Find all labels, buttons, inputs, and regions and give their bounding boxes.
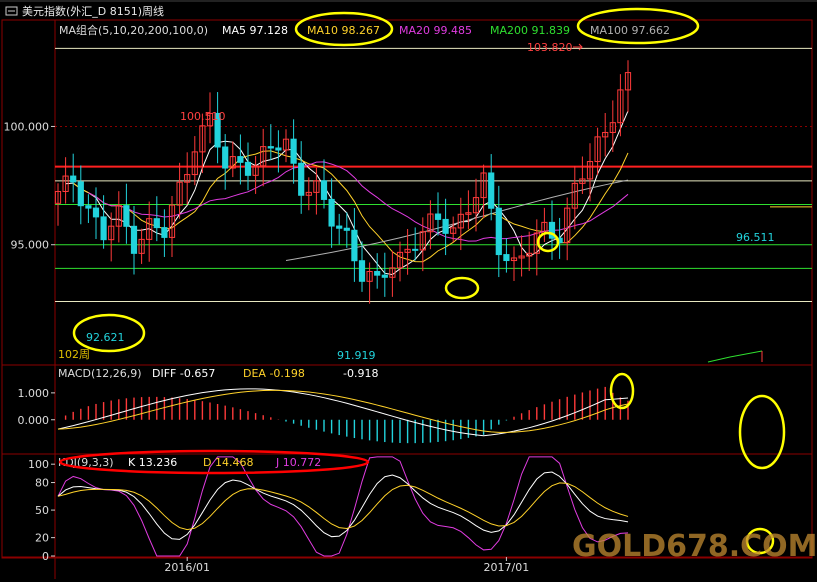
- candle-body-50: [434, 213, 442, 220]
- chart-window: 100.000 95.000 1.000 0.000 100 80 50 20 0 2016/0…: [0, 0, 817, 579]
- highlight-support-2: [536, 231, 560, 253]
- kdj-k-line: [57, 471, 629, 540]
- candle-body-14: [161, 227, 168, 238]
- candle-body-25: [244, 161, 252, 176]
- candle-body-38: [343, 227, 350, 231]
- candle-body-57: [488, 172, 495, 209]
- macd-tick-label-1: 0.000: [18, 414, 50, 427]
- ma200-label: MA200 91.839: [490, 24, 570, 37]
- low-left-label: 92.621: [86, 331, 125, 344]
- candle-body-47: [412, 248, 419, 251]
- kdj-k: K 13.236: [128, 456, 177, 469]
- watermark: GOLD678.COM: [572, 529, 817, 564]
- chart-title: 美元指数(外汇_D 8151)周线: [22, 4, 164, 18]
- kdj-tick-label-3: 20: [35, 532, 49, 545]
- candle-body-31: [290, 138, 297, 164]
- ma-group-label: MA组合(5,10,20,200,100,0): [59, 23, 208, 37]
- candle-body-9: [123, 205, 130, 227]
- candle-body-28: [267, 146, 274, 149]
- candle-body-13: [153, 218, 160, 229]
- candle-body-32: [298, 162, 305, 196]
- volume-trace: [707, 350, 763, 363]
- y-axis: 100.000 95.000 1.000 0.000 100 80 50 20 0: [4, 120, 55, 563]
- macd-legend: MACD(12,26,9) DIFF -0.657 DEA -0.198 -0.…: [58, 367, 378, 380]
- candles: [54, 60, 632, 304]
- kdj-tick-label-1: 80: [35, 477, 49, 490]
- outer-frame: [1, 19, 813, 559]
- x-tick-label-0: 2016/01: [164, 561, 210, 574]
- candle-body-40: [358, 260, 366, 282]
- macd-diff: DIFF -0.657: [152, 367, 215, 380]
- price-levels: [55, 47, 812, 302]
- macd-value: -0.918: [343, 367, 378, 380]
- macd-panel: [57, 386, 629, 444]
- highlight-support-1: [444, 276, 480, 300]
- candle-body-24: [237, 156, 244, 163]
- candle-body-29: [275, 147, 282, 151]
- highlight-ellipses: [58, 7, 786, 555]
- kdj-d: D 14.468: [203, 456, 253, 469]
- high-2016-label: 100.510: [180, 110, 226, 123]
- highlight-macd-peak: [609, 372, 635, 410]
- ma5-label: MA5 97.128: [222, 24, 288, 37]
- kdj-tick-label-4: 0: [42, 550, 49, 563]
- macd-dea-line: [57, 389, 629, 433]
- price-tick-label-1: 95.000: [11, 239, 50, 252]
- x-axis: 2016/01 2017/01: [164, 557, 529, 574]
- panel-frames: [0, 0, 817, 579]
- candle-body-39: [351, 229, 358, 262]
- highlight-macd-end: [738, 394, 786, 470]
- candle-body-22: [222, 146, 229, 169]
- ma20-label: MA20 99.485: [399, 24, 472, 37]
- candle-body-6: [100, 216, 107, 241]
- candle-body-4: [85, 205, 92, 209]
- kdj-tick-label-0: 100: [28, 458, 49, 471]
- macd-name: MACD(12,26,9): [58, 367, 142, 380]
- title-bar: 美元指数(外汇_D 8151)周线: [5, 4, 164, 18]
- candle-body-5: [92, 207, 100, 218]
- bottom-volume: [707, 350, 763, 363]
- macd-tick-label-0: 1.000: [18, 387, 50, 400]
- macd-dea: DEA -0.198: [243, 367, 305, 380]
- period-tag: 102周: [58, 348, 90, 361]
- kdj-j: J 10.772: [275, 456, 321, 469]
- x-tick-label-1: 2017/01: [484, 561, 530, 574]
- candle-body-3: [77, 181, 84, 207]
- candle-body-58: [495, 207, 502, 256]
- low-mid-label: 91.919: [337, 349, 376, 362]
- ma100-label: MA100 97.662: [590, 24, 670, 37]
- chart-canvas: 100.000 95.000 1.000 0.000 100 80 50 20 0 2016/0…: [0, 0, 817, 579]
- candle-body-51: [442, 218, 449, 234]
- high-2017-label: 103.820: [527, 41, 573, 54]
- kdj-tick-label-2: 50: [35, 504, 49, 517]
- candle-body-35: [320, 180, 328, 200]
- candle-body-43: [381, 274, 388, 278]
- candle-body-42: [374, 271, 381, 276]
- candle-body-10: [130, 225, 138, 254]
- candle-body-37: [336, 225, 343, 229]
- ma100-line: [285, 179, 629, 262]
- ma10-label: MA10 98.267: [307, 24, 380, 37]
- high-arrow-icon: [573, 43, 583, 51]
- price-tick-label-0: 100.000: [4, 120, 50, 133]
- last-price-label: 96.511: [736, 231, 775, 244]
- kdj-legend: KDJ(9,3,3) K 13.236 D 14.468 J 10.772: [58, 456, 321, 469]
- candle-body-36: [328, 198, 335, 227]
- price-annotations: 100.510 103.820 92.621 91.919 96.511 102…: [58, 41, 775, 362]
- candle-body-2: [70, 175, 77, 183]
- candle-body-59: [503, 254, 510, 262]
